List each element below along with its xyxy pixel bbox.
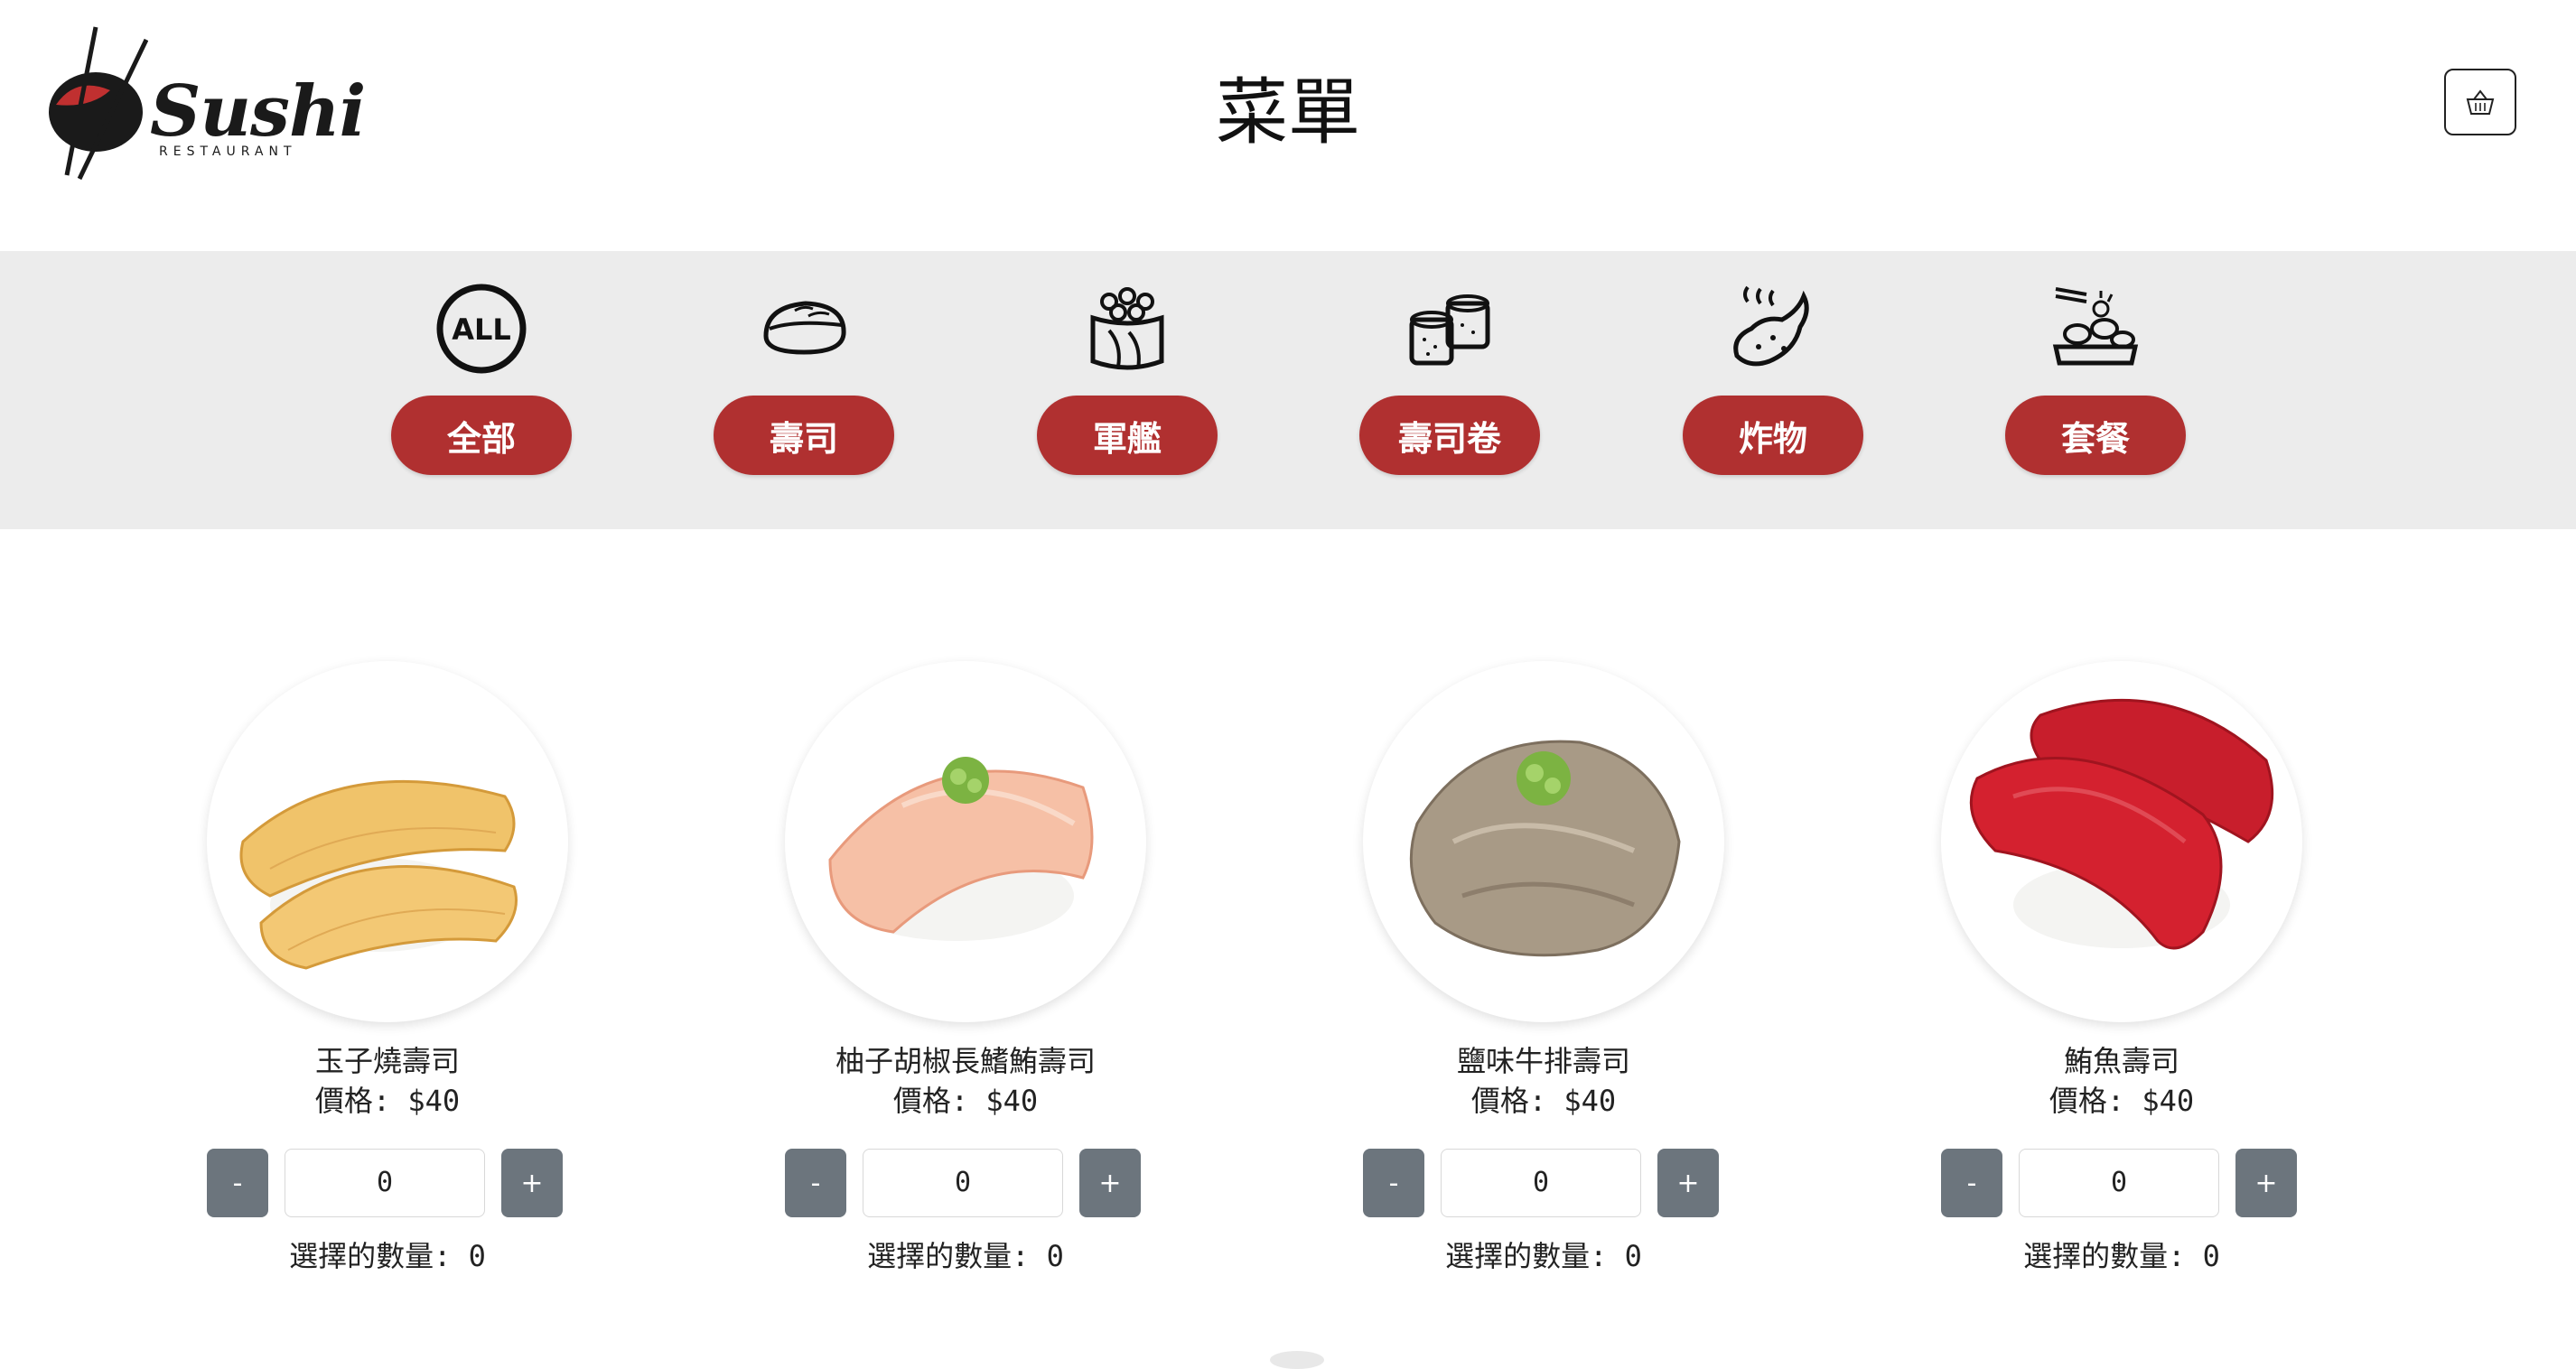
selected-quantity-text: 選擇的數量: 0 [1445, 1239, 1642, 1273]
category-gunkan[interactable]: 軍艦 [1037, 251, 1218, 529]
quantity-stepper: - 0 + [1363, 1149, 1724, 1217]
basket-icon [2466, 89, 2495, 115]
beef-sushi-image[interactable] [1363, 661, 1724, 1022]
increment-button[interactable]: + [1657, 1149, 1719, 1217]
category-sushi[interactable]: 壽司 [714, 251, 894, 529]
tempura-icon [1733, 285, 1809, 367]
selected-quantity-text: 選擇的數量: 0 [2023, 1239, 2220, 1273]
nigiri-icon [763, 301, 846, 355]
item-price: 價格: $40 [314, 1084, 461, 1118]
albacore-sushi-image [828, 757, 1094, 941]
category-button-sushi[interactable]: 壽司 [714, 396, 894, 475]
cart-button[interactable] [2444, 69, 2516, 135]
decrement-button[interactable]: - [1363, 1149, 1424, 1217]
quantity-stepper: - 0 + [785, 1149, 1146, 1217]
decrement-button[interactable]: - [1941, 1149, 2002, 1217]
increment-button[interactable]: + [1079, 1149, 1141, 1217]
decrement-button[interactable]: - [785, 1149, 846, 1217]
svg-text:ALL: ALL [452, 312, 511, 347]
item-name: 鹽味牛排壽司 [1456, 1044, 1630, 1078]
item-price: 價格: $40 [892, 1084, 1039, 1118]
tuna-sushi-image [1969, 698, 2274, 950]
increment-button[interactable]: + [2235, 1149, 2297, 1217]
tamago-sushi-image [239, 779, 518, 970]
menu-item-card: 玉子燒壽司 價格: $40 - 0 + 選擇的數量: 0 [198, 650, 577, 1300]
category-button-maki[interactable]: 壽司卷 [1359, 396, 1540, 475]
quantity-input[interactable]: 0 [863, 1149, 1063, 1217]
category-set[interactable]: 套餐 [2005, 251, 2186, 529]
selected-quantity-text: 選擇的數量: 0 [867, 1239, 1064, 1273]
category-bar: ALL 全部 壽司 軍艦 壽司卷 炸物 套餐 [0, 251, 2576, 529]
all-icon: ALL [436, 284, 527, 374]
category-button-fried[interactable]: 炸物 [1683, 396, 1863, 475]
category-all[interactable]: ALL 全部 [391, 251, 572, 529]
next-row-hint [1270, 1351, 1324, 1369]
quantity-stepper: - 0 + [1941, 1149, 2302, 1217]
item-price: 價格: $40 [2049, 1084, 2195, 1118]
quantity-input[interactable]: 0 [285, 1149, 485, 1217]
beef-sushi-image [1409, 740, 1681, 957]
category-button-set[interactable]: 套餐 [2005, 396, 2186, 475]
menu-item-card: 鮪魚壽司 價格: $40 - 0 + 選擇的數量: 0 [1932, 650, 2311, 1300]
item-name: 鮪魚壽司 [2063, 1044, 2179, 1078]
category-button-all[interactable]: 全部 [391, 396, 572, 475]
menu-item-card: 柚子胡椒長鰭鮪壽司 價格: $40 - 0 + 選擇的數量: 0 [776, 650, 1155, 1300]
increment-button[interactable]: + [501, 1149, 563, 1217]
header: Sushi RESTAURANT 菜單 [0, 0, 2576, 251]
item-price: 價格: $40 [1470, 1084, 1617, 1118]
quantity-stepper: - 0 + [207, 1149, 568, 1217]
quantity-input[interactable]: 0 [1441, 1149, 1641, 1217]
tuna-sushi-image[interactable] [1941, 661, 2302, 1022]
category-maki[interactable]: 壽司卷 [1359, 251, 1540, 529]
maki-roll-icon [1409, 294, 1490, 366]
item-name: 柚子胡椒長鰭鮪壽司 [835, 1044, 1096, 1078]
set-meal-icon [2052, 287, 2139, 366]
gunkan-icon [1090, 287, 1164, 370]
category-button-gunkan[interactable]: 軍艦 [1037, 396, 1218, 475]
albacore-sushi-image[interactable] [785, 661, 1146, 1022]
quantity-input[interactable]: 0 [2019, 1149, 2219, 1217]
selected-quantity-text: 選擇的數量: 0 [289, 1239, 486, 1273]
menu-item-card: 鹽味牛排壽司 價格: $40 - 0 + 選擇的數量: 0 [1354, 650, 1733, 1300]
page-title: 菜單 [1216, 70, 1360, 154]
category-fried[interactable]: 炸物 [1683, 251, 1863, 529]
item-name: 玉子燒壽司 [314, 1044, 460, 1078]
decrement-button[interactable]: - [207, 1149, 268, 1217]
tamago-sushi-image[interactable] [207, 661, 568, 1022]
